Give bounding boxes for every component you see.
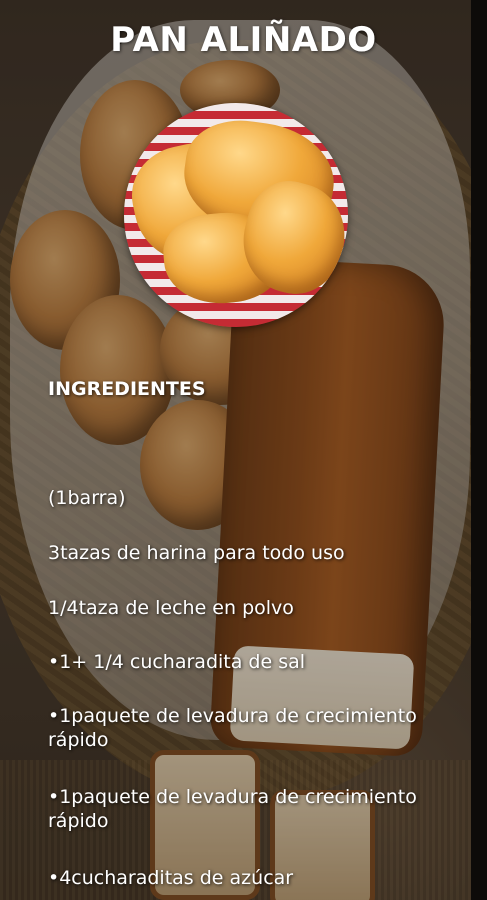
recipe-screen: PAN ALIÑADO INGREDIENTES (1barra) 3tazas… <box>0 0 487 900</box>
recipe-title: PAN ALIÑADO <box>110 20 377 60</box>
ingredient-line: •1paquete de levadura de crecimiento ráp… <box>48 786 417 832</box>
ingredient-line: •1+ 1/4 cucharadita de sal <box>48 651 306 673</box>
ingredient-line: •1paquete de levadura de crecimiento ráp… <box>48 705 417 751</box>
bread-photo-inset <box>124 103 348 327</box>
right-edge-strip <box>471 0 487 900</box>
ingredient-line: •4cucharaditas de azúcar <box>48 867 294 889</box>
ingredient-line: (1barra) <box>48 487 126 509</box>
ingredient-line: 1/4taza de leche en polvo <box>48 597 294 619</box>
ingredients-heading: INGREDIENTES <box>48 378 206 400</box>
ingredient-line: 3tazas de harina para todo uso <box>48 542 345 564</box>
